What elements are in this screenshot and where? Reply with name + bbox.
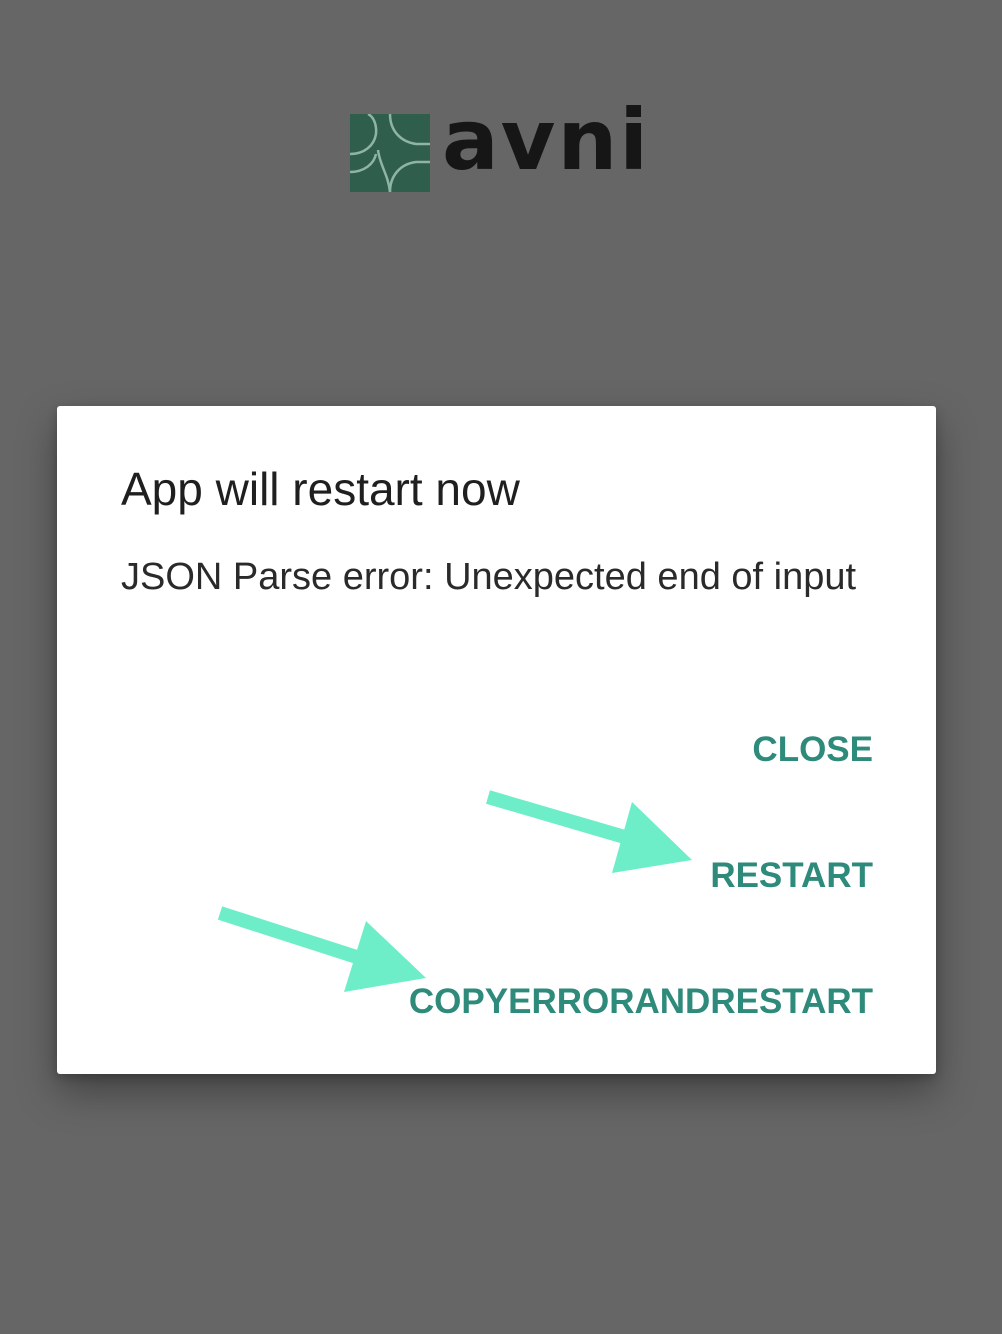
copy-error-and-restart-button[interactable]: COPYERRORANDRESTART	[409, 978, 873, 1026]
restart-button[interactable]: RESTART	[710, 852, 873, 900]
close-button[interactable]: CLOSE	[752, 726, 873, 774]
dialog-title: App will restart now	[121, 463, 520, 515]
restart-dialog: App will restart now JSON Parse error: U…	[57, 406, 936, 1074]
dialog-message: JSON Parse error: Unexpected end of inpu…	[121, 556, 857, 598]
avni-logo-text: avni	[442, 91, 651, 189]
avni-logo-mark-icon	[350, 114, 430, 192]
screen: avni App will restart now JSON Parse err…	[0, 0, 1002, 1334]
avni-logo: avni	[350, 91, 650, 192]
